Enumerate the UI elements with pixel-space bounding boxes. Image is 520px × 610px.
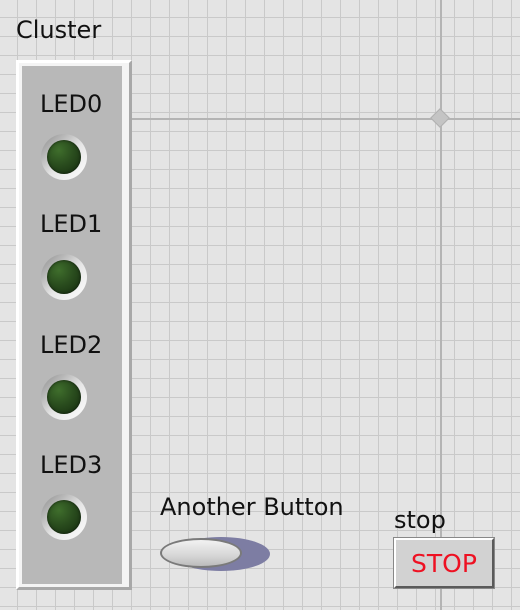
another-button-label: Another Button <box>160 493 344 521</box>
led2-lamp <box>47 380 81 414</box>
led3-label: LED3 <box>40 451 103 479</box>
led2-indicator[interactable] <box>41 374 87 420</box>
cluster-label: Cluster <box>16 16 102 44</box>
alignment-guide-horizontal <box>128 118 520 120</box>
stop-button-text: STOP <box>411 548 477 578</box>
another-button-toggle[interactable] <box>160 538 242 568</box>
led3-lamp <box>47 500 81 534</box>
led0-lamp <box>47 140 81 174</box>
led1-indicator[interactable] <box>41 254 87 300</box>
stop-button[interactable]: STOP <box>393 537 495 589</box>
led0-indicator[interactable] <box>41 134 87 180</box>
led1-label: LED1 <box>40 210 103 238</box>
led0-label: LED0 <box>40 90 103 118</box>
stop-label: stop <box>394 506 446 534</box>
guide-anchor-diamond <box>430 108 450 128</box>
led3-indicator[interactable] <box>41 494 87 540</box>
led2-label: LED2 <box>40 331 103 359</box>
led1-lamp <box>47 260 81 294</box>
